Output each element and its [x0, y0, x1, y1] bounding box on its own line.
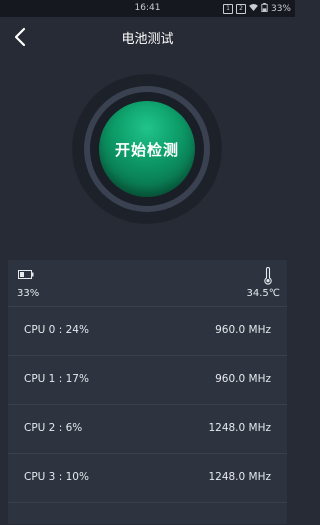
cpu-frequency: 960.0 MHz — [215, 373, 271, 385]
status-bar: 16:41 1 2 33% — [0, 0, 295, 17]
cpu-row-partial — [8, 502, 287, 525]
summary-row: 33% 34.5℃ — [8, 260, 287, 306]
outer-ring: 开始检测 — [73, 75, 221, 223]
cpu-frequency: 1248.0 MHz — [208, 422, 271, 434]
middle-ring: 开始检测 — [84, 86, 210, 212]
status-icons: 1 2 33% — [222, 3, 291, 15]
cpu-usage: CPU 0 : 24% — [24, 324, 89, 336]
battery-icon — [18, 270, 34, 279]
cpu-frequency: 1248.0 MHz — [208, 471, 271, 483]
cpu-row: CPU 1 : 17% 960.0 MHz — [8, 355, 287, 404]
start-test-button[interactable]: 开始检测 — [99, 101, 195, 197]
battery-status-icon — [261, 3, 268, 15]
battery-percent: 33% — [17, 288, 40, 299]
cpu-row: CPU 3 : 10% 1248.0 MHz — [8, 453, 287, 502]
title-bar: 电池测试 — [0, 17, 295, 57]
cpu-usage: CPU 3 : 10% — [24, 471, 89, 483]
page-title: 电池测试 — [121, 32, 174, 47]
cpu-usage: CPU 1 : 17% — [24, 373, 89, 385]
sim1-icon: 1 — [222, 4, 233, 14]
status-battery-percent: 33% — [270, 4, 291, 14]
cpu-frequency: 960.0 MHz — [215, 324, 271, 336]
cpu-row: CPU 2 : 6% 1248.0 MHz — [8, 404, 287, 453]
temperature: 34.5℃ — [246, 288, 281, 299]
cpu-usage: CPU 2 : 6% — [24, 422, 83, 434]
cpu-row: CPU 0 : 24% 960.0 MHz — [8, 306, 287, 355]
info-panel: 33% 34.5℃ CPU 0 : 24% 960.0 MHz CPU 1 : … — [8, 260, 287, 524]
wifi-icon — [249, 4, 258, 14]
sim2-icon: 2 — [235, 4, 246, 14]
test-hero: 开始检测 — [0, 57, 295, 252]
inner-ring: 开始检测 — [90, 92, 204, 206]
thermometer-icon — [264, 267, 272, 285]
